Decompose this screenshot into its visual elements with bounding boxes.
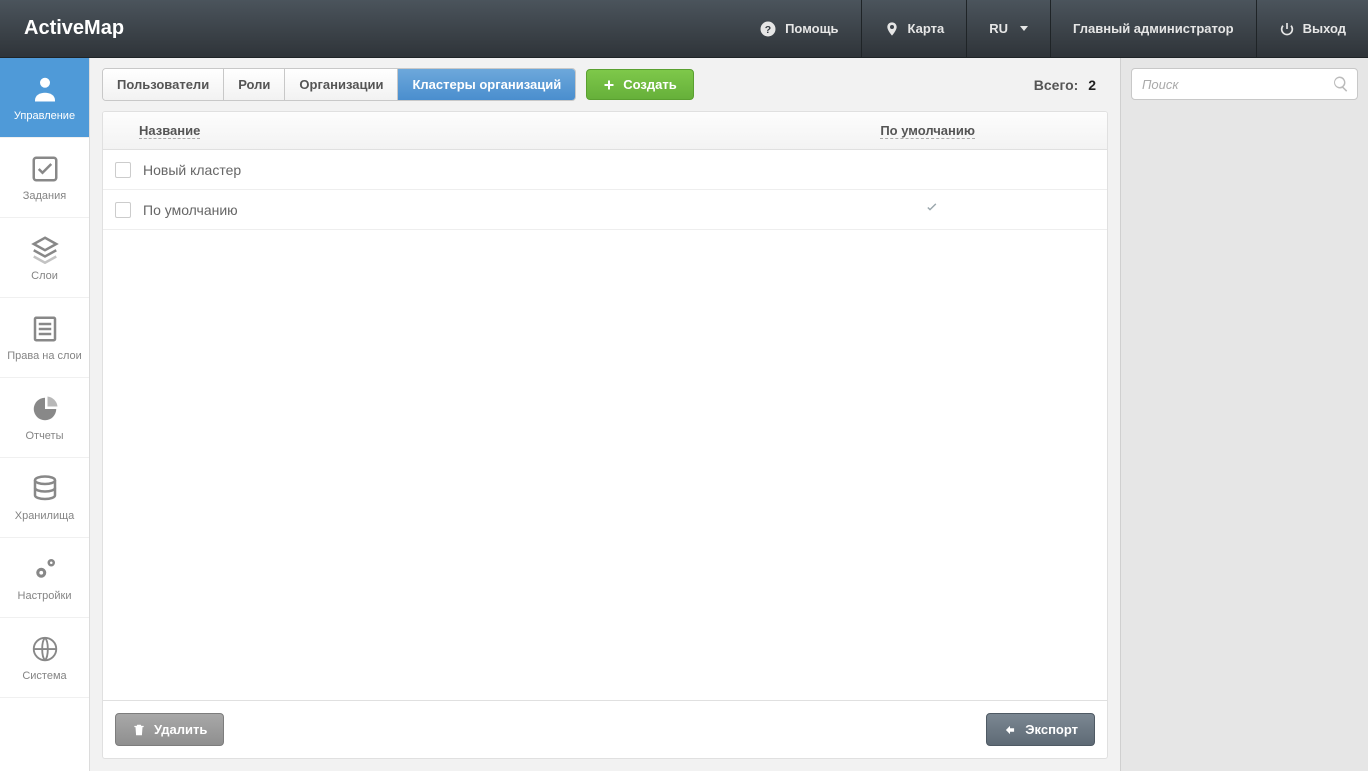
sidebar-item-label: Хранилища: [15, 510, 75, 522]
total-counter: Всего: 2: [1034, 77, 1108, 93]
export-button[interactable]: Экспорт: [986, 713, 1095, 746]
table-row[interactable]: По умолчанию: [103, 190, 1107, 230]
sidebar-item-management[interactable]: Управление: [0, 58, 89, 138]
document-lines-icon: [28, 314, 62, 344]
table-row[interactable]: Новый кластер: [103, 150, 1107, 190]
user-label: Главный администратор: [1073, 21, 1234, 36]
entity-tabs: Пользователи Роли Организации Кластеры о…: [102, 68, 576, 101]
logout-label: Выход: [1303, 21, 1346, 36]
sidebar-item-system[interactable]: Система: [0, 618, 89, 698]
left-sidebar: Управление Задания Слои Права на слои От…: [0, 58, 90, 771]
logout-link[interactable]: Выход: [1256, 0, 1368, 58]
map-link[interactable]: Карта: [861, 0, 967, 58]
language-selector[interactable]: RU: [966, 0, 1050, 58]
tab-users[interactable]: Пользователи: [103, 69, 224, 100]
check-icon: [924, 200, 940, 216]
right-panel: [1120, 58, 1368, 771]
row-checkbox[interactable]: [115, 202, 131, 218]
check-box-icon: [28, 154, 62, 184]
globe-icon: [28, 634, 62, 664]
delete-button[interactable]: Удалить: [115, 713, 224, 746]
create-button[interactable]: Создать: [586, 69, 693, 100]
language-label: RU: [989, 21, 1008, 36]
top-toolbar: Пользователи Роли Организации Кластеры о…: [102, 68, 1108, 101]
sidebar-item-layer-rights[interactable]: Права на слои: [0, 298, 89, 378]
search-input[interactable]: [1131, 68, 1358, 100]
trash-icon: [132, 723, 146, 737]
sidebar-item-tasks[interactable]: Задания: [0, 138, 89, 218]
layers-icon: [28, 234, 62, 264]
export-label: Экспорт: [1025, 722, 1078, 737]
export-icon: [1003, 723, 1017, 737]
sidebar-item-label: Управление: [14, 110, 75, 122]
tab-roles[interactable]: Роли: [224, 69, 285, 100]
col-name-header[interactable]: Название: [139, 123, 200, 139]
tab-organizations[interactable]: Организации: [285, 69, 398, 100]
data-table: Название По умолчанию Новый кластер По у…: [102, 111, 1108, 701]
bottom-toolbar: Удалить Экспорт: [102, 701, 1108, 759]
map-pin-icon: [884, 20, 900, 38]
gears-icon: [28, 554, 62, 584]
row-default: [924, 200, 940, 219]
sidebar-item-label: Настройки: [18, 590, 72, 602]
sidebar-item-label: Система: [22, 670, 66, 682]
search-box: [1131, 68, 1358, 100]
row-name: По умолчанию: [143, 202, 238, 218]
app-logo: ActiveMap: [0, 17, 148, 40]
sidebar-item-reports[interactable]: Отчеты: [0, 378, 89, 458]
chevron-down-icon: [1020, 26, 1028, 31]
pie-chart-icon: [28, 394, 62, 424]
plus-icon: [603, 79, 615, 91]
sidebar-item-label: Слои: [31, 270, 58, 282]
sidebar-item-layers[interactable]: Слои: [0, 218, 89, 298]
sidebar-item-label: Отчеты: [25, 430, 63, 442]
table-header: Название По умолчанию: [103, 112, 1107, 150]
sidebar-item-settings[interactable]: Настройки: [0, 538, 89, 618]
map-label: Карта: [908, 21, 945, 36]
database-icon: [28, 474, 62, 504]
col-default-header[interactable]: По умолчанию: [880, 123, 975, 139]
main-content: Пользователи Роли Организации Кластеры о…: [90, 58, 1120, 771]
help-icon: ?: [759, 20, 777, 38]
user-admin-icon: [28, 74, 62, 104]
top-header: ActiveMap ? Помощь Карта RU Главный адми…: [0, 0, 1368, 58]
total-value: 2: [1088, 77, 1096, 93]
delete-label: Удалить: [154, 722, 207, 737]
sidebar-item-storage[interactable]: Хранилища: [0, 458, 89, 538]
sidebar-item-label: Задания: [23, 190, 66, 202]
tab-org-clusters[interactable]: Кластеры организаций: [398, 69, 575, 100]
total-label: Всего:: [1034, 77, 1079, 93]
svg-text:?: ?: [765, 23, 771, 35]
help-label: Помощь: [785, 21, 838, 36]
sidebar-item-label: Права на слои: [7, 350, 82, 362]
power-icon: [1279, 21, 1295, 37]
help-link[interactable]: ? Помощь: [737, 0, 860, 58]
row-checkbox[interactable]: [115, 162, 131, 178]
user-menu[interactable]: Главный администратор: [1050, 0, 1256, 58]
search-icon[interactable]: [1332, 75, 1350, 96]
row-name: Новый кластер: [143, 162, 241, 178]
create-label: Создать: [623, 77, 676, 92]
